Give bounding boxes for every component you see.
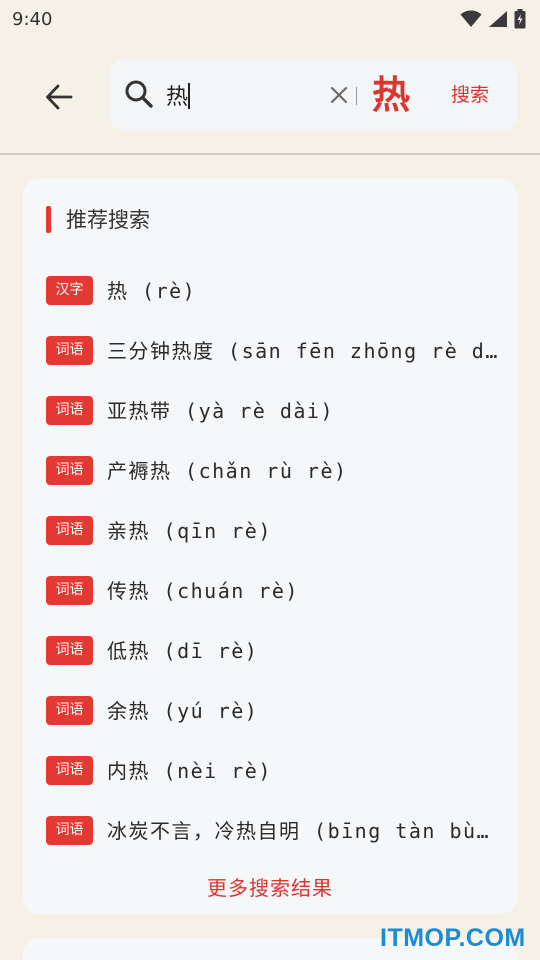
type-badge: 汉字: [46, 276, 93, 305]
search-page: 9:40 热 热 搜索 推荐搜索 汉字 热 (rè) 词语 三分钟热度 (sān…: [0, 0, 540, 960]
result-list: 汉字 热 (rè) 词语 三分钟热度 (sān fēn zhōng rè dù)…: [23, 261, 517, 861]
type-badge: 词语: [46, 396, 93, 425]
result-text: 余热 (yú rè): [107, 699, 259, 723]
type-badge: 词语: [46, 576, 93, 605]
type-badge: 词语: [46, 636, 93, 665]
back-button[interactable]: [36, 74, 82, 120]
result-text: 内热 (nèi rè): [107, 759, 272, 783]
battery-icon: [514, 9, 526, 29]
list-item[interactable]: 汉字 热 (rè): [23, 261, 517, 321]
list-item[interactable]: 词语 产褥热 (chǎn rù rè): [23, 441, 517, 501]
character-preview: 热: [372, 72, 411, 117]
status-bar: 9:40: [0, 0, 540, 38]
result-text: 传热 (chuán rè): [107, 579, 299, 603]
result-text: 低热 (dī rè): [107, 639, 259, 663]
title-accent-bar: [46, 206, 51, 233]
card-title: 推荐搜索: [66, 208, 150, 232]
search-box: 热 搜索: [110, 59, 517, 131]
type-badge: 词语: [46, 336, 93, 365]
status-icons: [460, 9, 526, 29]
list-item[interactable]: 词语 余热 (yú rè): [23, 681, 517, 741]
signal-icon: [489, 11, 507, 27]
more-results-link[interactable]: 更多搜索结果: [23, 871, 517, 905]
divider: [356, 87, 357, 105]
list-item[interactable]: 词语 冰炭不言，冷热自明 (bīng tàn bù yán，lěng rè zì…: [23, 801, 517, 861]
type-badge: 词语: [46, 456, 93, 485]
result-text: 亲热 (qīn rè): [107, 519, 272, 543]
list-item[interactable]: 词语 三分钟热度 (sān fēn zhōng rè dù): [23, 321, 517, 381]
text-cursor: [188, 83, 190, 109]
wifi-icon: [460, 10, 482, 27]
type-badge: 词语: [46, 816, 93, 845]
search-header: 热 搜索: [0, 38, 540, 155]
list-item[interactable]: 词语 内热 (nèi rè): [23, 741, 517, 801]
list-item[interactable]: 词语 亚热带 (yà rè dài): [23, 381, 517, 441]
type-badge: 词语: [46, 516, 93, 545]
type-badge: 词语: [46, 696, 93, 725]
arrow-left-icon: [46, 84, 73, 110]
list-item[interactable]: 词语 低热 (dī rè): [23, 621, 517, 681]
watermark: ITMOP.COM: [380, 924, 526, 952]
result-text: 亚热带 (yà rè dài): [107, 399, 334, 423]
clear-icon[interactable]: [328, 84, 350, 106]
type-badge: 词语: [46, 756, 93, 785]
search-icon: [125, 80, 153, 108]
list-item[interactable]: 词语 亲热 (qīn rè): [23, 501, 517, 561]
status-time: 9:40: [12, 8, 53, 30]
result-text: 冰炭不言，冷热自明 (bīng tàn bù yán，lěng rè zì mí…: [107, 819, 499, 843]
result-text: 热 (rè): [107, 279, 197, 303]
recommend-card: 推荐搜索 汉字 热 (rè) 词语 三分钟热度 (sān fēn zhōng r…: [23, 179, 517, 914]
search-button[interactable]: 搜索: [442, 77, 498, 113]
list-item[interactable]: 词语 传热 (chuán rè): [23, 561, 517, 621]
result-text: 三分钟热度 (sān fēn zhōng rè dù): [107, 339, 499, 363]
result-text: 产褥热 (chǎn rù rè): [107, 459, 348, 483]
